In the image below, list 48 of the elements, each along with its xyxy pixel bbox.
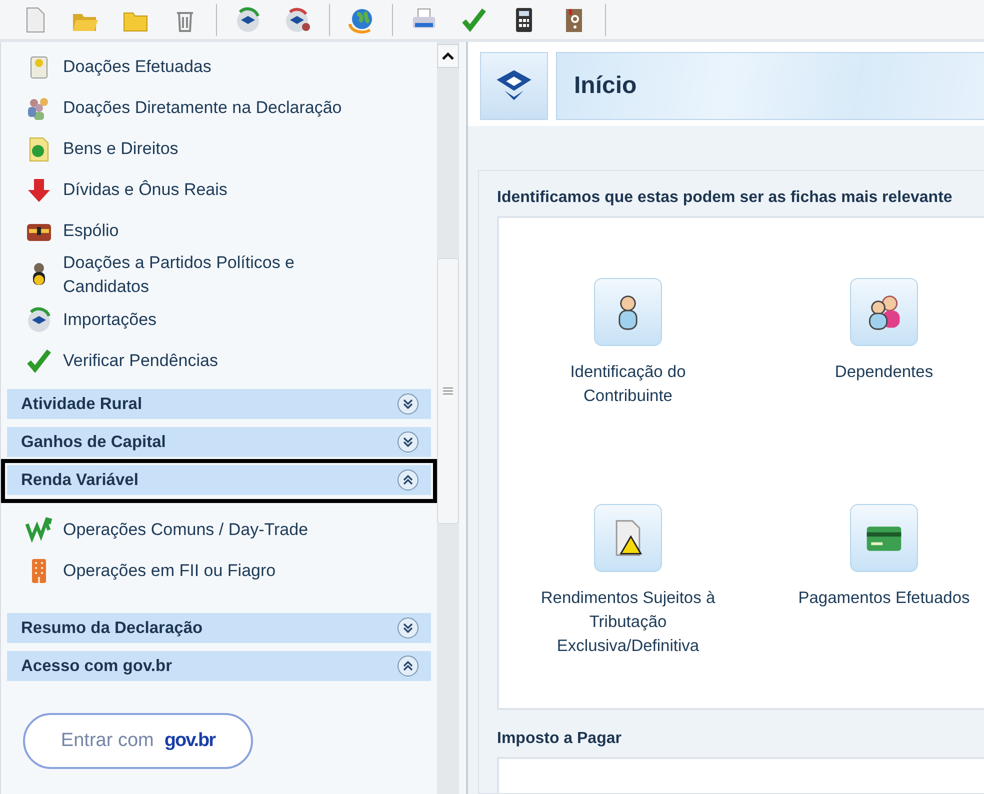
section-heading: Identificamos que estas podem ser as fichas mais relevante: [497, 189, 954, 207]
section-heading: Imposto a Pagar: [497, 730, 622, 748]
zigzag-chart-icon: [25, 516, 53, 544]
sidebar-item-label: Doações a Partidos Políticos e Candidatos: [63, 252, 296, 298]
sidebar-item-label: Verificar Pendências: [63, 350, 219, 372]
sidebar-item-label: Espólio: [63, 220, 120, 242]
arrow-circle-icon: [234, 6, 262, 34]
form-shortcut[interactable]: Rendimentos Sujeitos à Tributação Exclusiva/Definitiva: [500, 504, 756, 704]
sidebar-item-label: Operações em FII ou Fiagro: [63, 560, 277, 582]
section-header[interactable]: Atividade Rural: [7, 389, 431, 419]
sidebar-item[interactable]: Espólio: [7, 210, 437, 251]
shortcut-label: Pagamentos Efetuados: [798, 588, 970, 609]
sidebar-item[interactable]: Doações a Partidos Políticos e Candidatos: [7, 251, 437, 299]
shortcut-label: Rendimentos Sujeitos à Tributação Exclusiva/Definitiva: [540, 588, 716, 657]
sidebar-item-label: Importações: [63, 308, 158, 331]
sidebar-item[interactable]: Bens e Direitos: [7, 128, 437, 169]
checkmark-icon: [460, 6, 488, 34]
sidebar-item[interactable]: Doações Diretamente na Declaração: [7, 87, 437, 128]
sidebar-item[interactable]: Verificar Pendências: [7, 340, 437, 381]
section-header[interactable]: Ganhos de Capital: [7, 427, 431, 457]
checkmark-icon: [25, 346, 53, 374]
grip-icon: [443, 387, 453, 395]
page-title: Início: [574, 72, 637, 100]
arrow-circle-icon: [25, 306, 53, 334]
sidebar-item-label: Doações Diretamente na Declaração: [63, 96, 343, 119]
section-header[interactable]: Acesso com gov.br: [7, 651, 431, 681]
shortcut-label: Dependentes: [834, 362, 934, 383]
sidebar-item-label: Dívidas e Ônus Reais: [63, 178, 228, 200]
sidebar-item[interactable]: Operações em FII ou Fiagro: [7, 550, 437, 591]
scroll-up-button[interactable]: [437, 44, 459, 68]
sidebar-item-label: Doações Efetuadas: [63, 56, 212, 78]
arrow-circle-person-icon: [284, 6, 312, 34]
sidebar-item[interactable]: Operações Comuns / Day-Trade: [7, 509, 437, 550]
caret-up-icon: [442, 52, 454, 60]
form-shortcut[interactable]: Pagamentos Efetuados: [756, 504, 984, 704]
sidebar-item-label: Bens e Direitos: [63, 138, 180, 160]
shortcut-label: Identificação do Contribuinte: [569, 362, 687, 407]
form-shortcut[interactable]: Dependentes: [756, 278, 984, 504]
sidebar-item-label: Operações Comuns / Day-Trade: [63, 518, 310, 541]
section-header[interactable]: Renda Variável: [7, 465, 431, 495]
sidebar-item[interactable]: Importações: [7, 299, 437, 340]
login-button[interactable]: Entrar com gov.br: [23, 713, 253, 769]
form-shortcut[interactable]: Identificação do Contribuinte: [500, 278, 756, 504]
scrollbar[interactable]: [437, 42, 459, 794]
sidebar-item[interactable]: Dívidas e Ônus Reais: [7, 169, 437, 210]
section-header[interactable]: Resumo da Declaração: [7, 613, 431, 643]
sidebar-item[interactable]: Doações Efetuadas: [7, 46, 437, 87]
scroll-thumb[interactable]: [437, 258, 459, 524]
